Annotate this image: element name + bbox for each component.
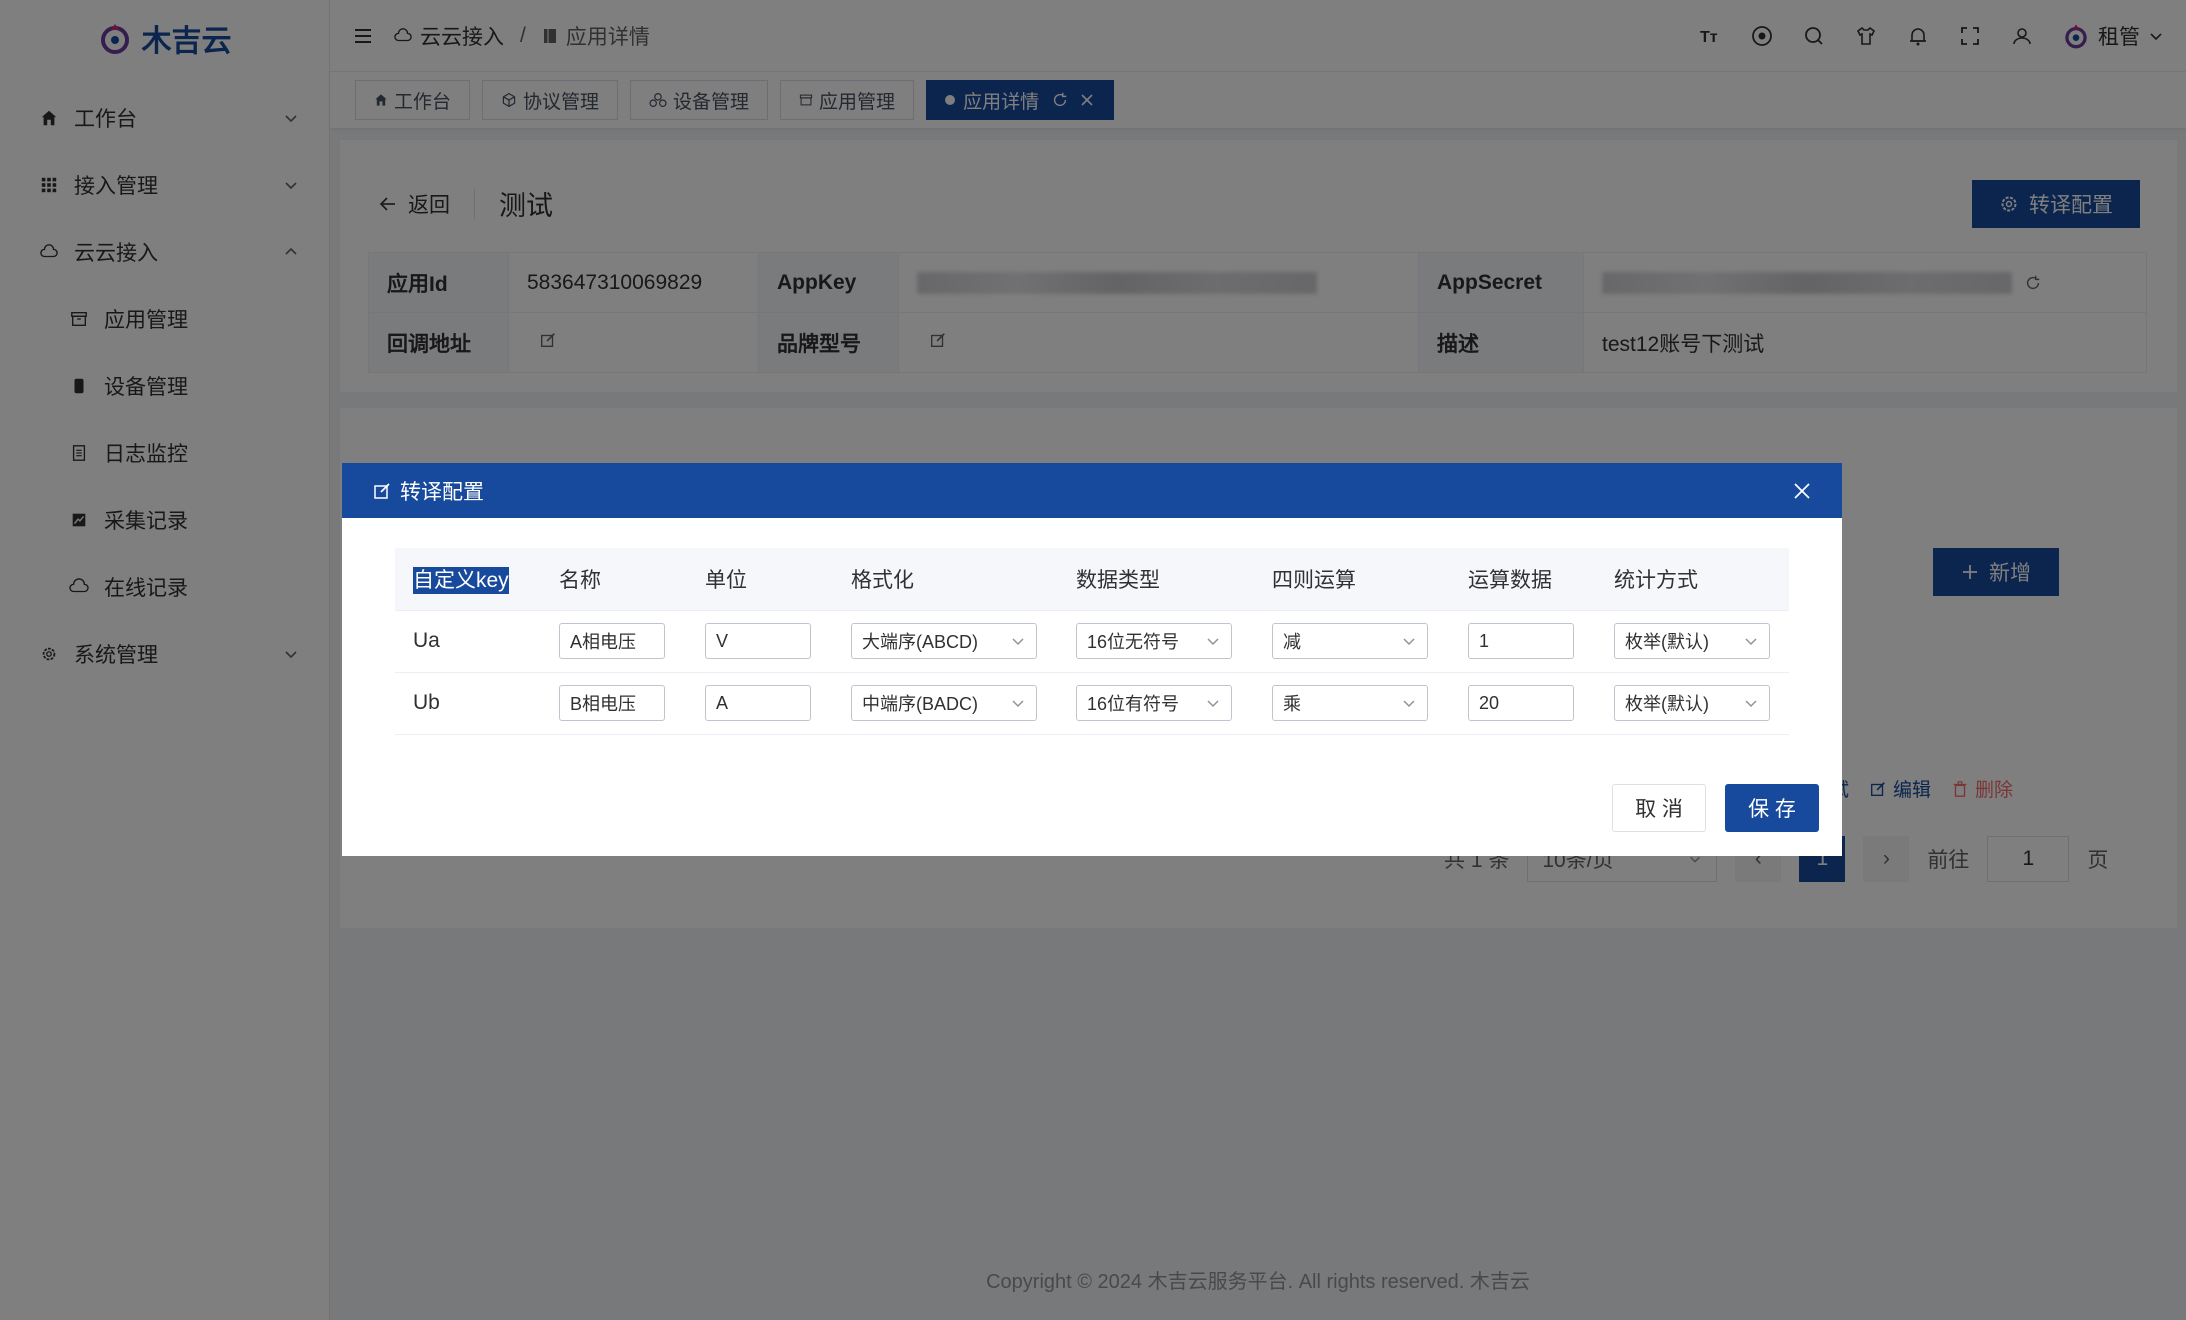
- name-input[interactable]: B相电压: [559, 685, 665, 721]
- translate-config-table: 自定义key 名称 单位 格式化 数据类型 四则运算 运算数据 统计方式 Ua …: [395, 548, 1789, 735]
- stat-method-select[interactable]: 枚举(默认): [1614, 685, 1770, 721]
- format-value: 大端序(ABCD): [862, 632, 978, 652]
- data-type-value: 16位有符号: [1087, 694, 1180, 714]
- cancel-button[interactable]: 取 消: [1612, 784, 1706, 832]
- data-type-select[interactable]: 16位无符号: [1076, 623, 1232, 659]
- chevron-down-icon: [1207, 638, 1219, 646]
- unit-input[interactable]: A: [705, 685, 811, 721]
- chevron-down-icon: [1745, 700, 1757, 708]
- operation-select[interactable]: 减: [1272, 623, 1428, 659]
- column-header: 四则运算: [1254, 548, 1450, 611]
- format-select[interactable]: 大端序(ABCD): [851, 623, 1037, 659]
- chevron-down-icon: [1403, 700, 1415, 708]
- format-value: 中端序(BADC): [862, 694, 978, 714]
- column-header-selected: 自定义key: [413, 566, 509, 594]
- chevron-down-icon: [1745, 638, 1757, 646]
- edit-icon: [374, 482, 390, 499]
- operation-value: 乘: [1283, 694, 1301, 714]
- table-row: Ua A相电压 V 大端序(ABCD) 16位无符号 减 1 枚举(默认): [395, 610, 1789, 673]
- operand-input[interactable]: 20: [1468, 685, 1574, 721]
- table-header-row: 自定义key 名称 单位 格式化 数据类型 四则运算 运算数据 统计方式: [395, 548, 1789, 611]
- stat-method-value: 枚举(默认): [1625, 694, 1709, 714]
- save-button[interactable]: 保 存: [1725, 784, 1819, 832]
- format-select[interactable]: 中端序(BADC): [851, 685, 1037, 721]
- stat-method-value: 枚举(默认): [1625, 632, 1709, 652]
- translate-config-dialog: 转译配置 自定义key 名称 单位 格式化 数据类型 四则运算 运算数据 统计方…: [342, 463, 1842, 856]
- column-header: 格式化: [833, 548, 1058, 611]
- chevron-down-icon: [1207, 700, 1219, 708]
- column-header: 自定义key: [395, 548, 541, 611]
- data-type-select[interactable]: 16位有符号: [1076, 685, 1232, 721]
- close-icon[interactable]: [1792, 481, 1812, 501]
- key-cell: Ua: [395, 610, 541, 673]
- dialog-header: 转译配置: [342, 463, 1842, 518]
- name-input[interactable]: A相电压: [559, 623, 665, 659]
- column-header: 单位: [687, 548, 833, 611]
- operand-input[interactable]: 1: [1468, 623, 1574, 659]
- dialog-title: 转译配置: [372, 476, 484, 506]
- chevron-down-icon: [1403, 638, 1415, 646]
- column-header: 运算数据: [1450, 548, 1596, 611]
- stat-method-select[interactable]: 枚举(默认): [1614, 623, 1770, 659]
- chevron-down-icon: [1012, 700, 1024, 708]
- column-header: 数据类型: [1058, 548, 1254, 611]
- column-header: 名称: [541, 548, 687, 611]
- chevron-down-icon: [1012, 638, 1024, 646]
- dialog-title-text: 转译配置: [400, 480, 484, 504]
- operation-select[interactable]: 乘: [1272, 685, 1428, 721]
- data-type-value: 16位无符号: [1087, 632, 1180, 652]
- key-cell: Ub: [395, 672, 541, 735]
- table-row: Ub B相电压 A 中端序(BADC) 16位有符号 乘 20 枚举(默认): [395, 672, 1789, 735]
- operation-value: 减: [1283, 632, 1301, 652]
- column-header: 统计方式: [1596, 548, 1789, 611]
- unit-input[interactable]: V: [705, 623, 811, 659]
